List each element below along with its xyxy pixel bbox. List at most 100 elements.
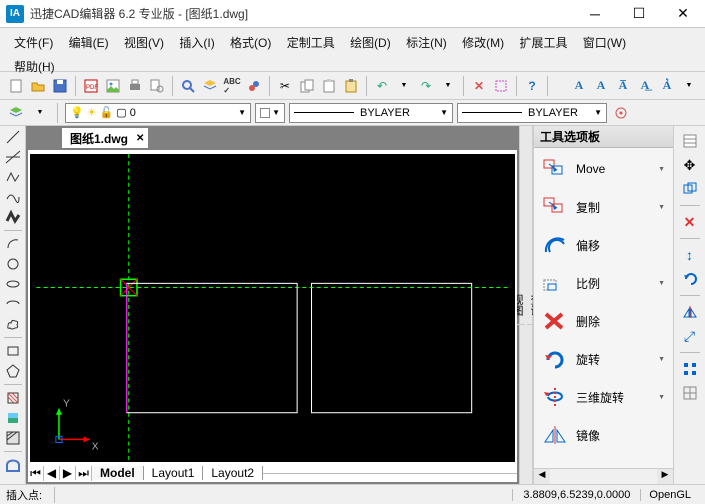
text-a3-button[interactable]: A̅ xyxy=(613,76,633,96)
layer-prop-icon[interactable] xyxy=(6,103,26,123)
palette-item-delete[interactable]: 删除 xyxy=(538,308,669,334)
layout-tab-1[interactable]: Layout1 xyxy=(144,466,204,480)
menu-modify[interactable]: 修改(M) xyxy=(456,31,510,55)
polyline-icon[interactable] xyxy=(3,168,23,186)
palette-item-rotate3d[interactable]: 三维旋转 ▼ xyxy=(538,384,669,410)
array-icon[interactable] xyxy=(679,358,701,380)
file-tab-active[interactable]: 图纸1.dwg ✕ xyxy=(62,128,148,148)
grid-icon[interactable] xyxy=(679,382,701,404)
menu-insert[interactable]: 插入(I) xyxy=(173,31,220,55)
help-icon[interactable]: ? xyxy=(522,76,542,96)
lineweight-combo[interactable]: BYLAYER ▼ xyxy=(457,103,607,123)
pdf-icon[interactable]: PDF xyxy=(81,76,101,96)
close-tab-icon[interactable]: ✕ xyxy=(136,133,144,144)
circle-icon[interactable] xyxy=(3,255,23,273)
palette-scrollbar[interactable]: ◀ ▶ xyxy=(534,468,673,484)
menu-custom-tools[interactable]: 定制工具 xyxy=(281,31,341,55)
scroll-right-icon[interactable]: ▶ xyxy=(657,469,673,484)
close-button[interactable]: ✕ xyxy=(661,0,705,28)
spline-icon[interactable] xyxy=(3,188,23,206)
tab-prev-icon[interactable]: ◀ xyxy=(44,466,60,480)
elliparc-icon[interactable] xyxy=(3,295,23,313)
hatch-icon[interactable] xyxy=(3,389,23,407)
open-icon[interactable] xyxy=(28,76,48,96)
copy-r-icon[interactable] xyxy=(679,178,701,200)
linetype-combo[interactable]: BYLAYER ▼ xyxy=(289,103,453,123)
image-icon[interactable] xyxy=(103,76,123,96)
properties-icon[interactable] xyxy=(244,76,264,96)
menu-express-tools[interactable]: 扩展工具 xyxy=(513,31,573,55)
menu-draw[interactable]: 绘图(D) xyxy=(344,31,397,55)
text-style-dropdown-icon[interactable]: ▼ xyxy=(679,76,699,96)
maximize-button[interactable]: ☐ xyxy=(617,0,661,28)
rect-icon[interactable] xyxy=(3,342,23,360)
menu-file[interactable]: 文件(F) xyxy=(8,31,59,55)
trace-icon[interactable] xyxy=(3,208,23,226)
save-icon[interactable] xyxy=(50,76,70,96)
find-icon[interactable] xyxy=(178,76,198,96)
undo-icon[interactable]: ↶ xyxy=(372,76,392,96)
polygon-icon[interactable] xyxy=(3,362,23,380)
copy-icon[interactable] xyxy=(297,76,317,96)
select-icon[interactable] xyxy=(491,76,511,96)
diag-arrows-icon[interactable]: ⤢ xyxy=(679,325,701,347)
palette-item-scale[interactable]: 比例 ▼ xyxy=(538,270,669,296)
menu-edit[interactable]: 编辑(E) xyxy=(63,31,115,55)
layers-icon[interactable] xyxy=(200,76,220,96)
menu-view[interactable]: 视图(V) xyxy=(118,31,170,55)
text-a2-button[interactable]: A xyxy=(591,76,611,96)
undo-dropdown-icon[interactable]: ▼ xyxy=(394,76,414,96)
palette-item-mirror[interactable]: 镜像 xyxy=(538,422,669,448)
delete-x-icon[interactable]: ✕ xyxy=(469,76,489,96)
mirror-r-icon[interactable] xyxy=(679,301,701,323)
palette-item-copy[interactable]: 复制 ▼ xyxy=(538,194,669,220)
text-a5-button[interactable]: A͛ xyxy=(657,76,677,96)
window-title: 迅捷CAD编辑器 6.2 专业版 - [图纸1.dwg] xyxy=(30,5,573,22)
layout-tab-model[interactable]: Model xyxy=(92,466,144,480)
palette-item-offset[interactable]: 偏移 xyxy=(538,232,669,258)
paste-icon[interactable] xyxy=(341,76,361,96)
redo-dropdown-icon[interactable]: ▼ xyxy=(438,76,458,96)
copy-clip-icon[interactable] xyxy=(319,76,339,96)
ellipse-icon[interactable] xyxy=(3,275,23,293)
rotate-r-icon[interactable] xyxy=(679,268,701,290)
menu-format[interactable]: 格式(O) xyxy=(224,31,277,55)
props-panel-icon[interactable] xyxy=(679,130,701,152)
spellcheck-icon[interactable]: ABC✓ xyxy=(222,76,242,96)
layer-drop-icon[interactable]: ▼ xyxy=(30,103,50,123)
new-icon[interactable] xyxy=(6,76,26,96)
vert-arrows-icon[interactable]: ↕ xyxy=(679,244,701,266)
print-preview-icon[interactable] xyxy=(147,76,167,96)
text-a4-button[interactable]: A͟ xyxy=(635,76,655,96)
tab-first-icon[interactable]: ⏮ xyxy=(28,466,44,481)
layer-combo[interactable]: 💡 ☀ 🔓 ▢ 0 ▼ xyxy=(65,103,251,123)
drawing-canvas[interactable]: Y X xyxy=(28,150,517,464)
cut-icon[interactable]: ✂ xyxy=(275,76,295,96)
scroll-left-icon[interactable]: ◀ xyxy=(534,469,550,484)
menu-window[interactable]: 窗口(W) xyxy=(577,31,632,55)
line-icon[interactable] xyxy=(3,128,23,146)
text-a1-button[interactable]: A xyxy=(569,76,589,96)
print-icon[interactable] xyxy=(125,76,145,96)
palette-item-move[interactable]: Move ▼ xyxy=(538,156,669,182)
region-icon[interactable] xyxy=(3,456,23,474)
tab-last-icon[interactable]: ⏭ xyxy=(76,466,92,481)
revcloud-icon[interactable] xyxy=(3,315,23,333)
gradient-icon[interactable] xyxy=(3,409,23,427)
layout-tab-2[interactable]: Layout2 xyxy=(203,466,263,480)
copy-icon xyxy=(542,196,568,218)
match-prop-icon[interactable] xyxy=(611,103,631,123)
hatch2-icon[interactable] xyxy=(3,429,23,447)
palette-item-rotate[interactable]: 旋转 ▼ xyxy=(538,346,669,372)
redo-icon[interactable]: ↷ xyxy=(416,76,436,96)
xline-icon[interactable] xyxy=(3,148,23,166)
color-combo[interactable]: ▼ xyxy=(255,103,285,123)
minimize-button[interactable]: ─ xyxy=(573,0,617,28)
arc-icon[interactable] xyxy=(3,235,23,253)
move-icon[interactable]: ✥ xyxy=(679,154,701,176)
menu-dimension[interactable]: 标注(N) xyxy=(400,31,453,55)
tab-next-icon[interactable]: ▶ xyxy=(60,466,76,480)
delete-r-icon[interactable]: ✕ xyxy=(679,211,701,233)
drawing-svg: Y X xyxy=(30,154,515,462)
scroll-track[interactable] xyxy=(550,469,657,484)
